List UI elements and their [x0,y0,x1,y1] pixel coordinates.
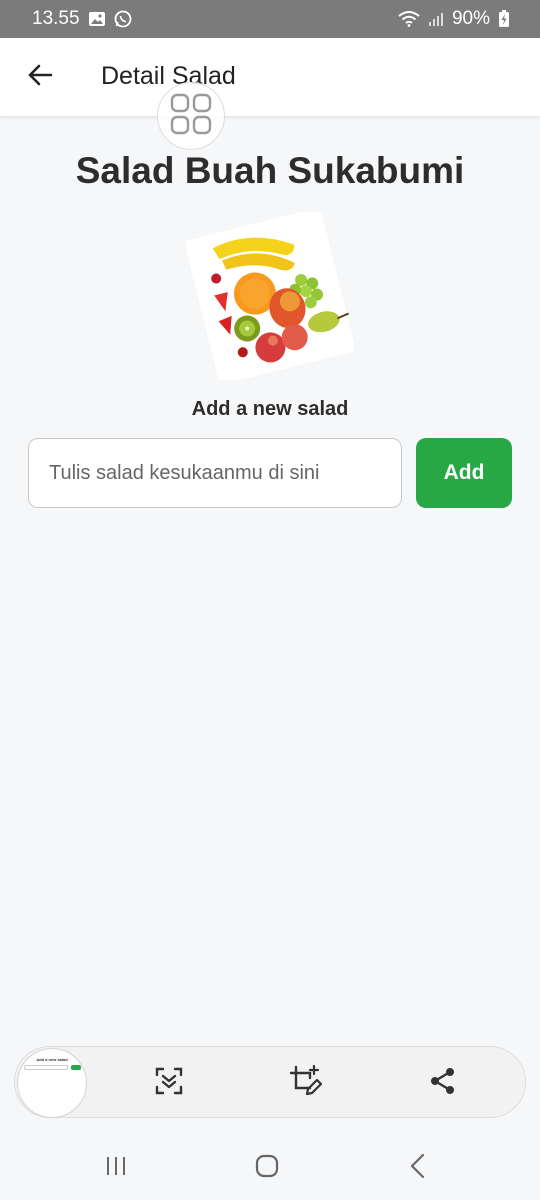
fruit-salad-image [184,207,356,385]
share-icon [429,1067,457,1100]
back-nav-button[interactable] [398,1150,438,1186]
page-title: Detail Salad [101,62,236,90]
floating-menu-button[interactable] [157,82,225,150]
grid-icon [169,92,213,141]
gallery-icon [88,11,106,27]
thumbnail-title: Add a new salad [36,1057,68,1062]
back-button[interactable] [22,59,58,95]
scroll-capture-button[interactable] [151,1065,187,1101]
share-button[interactable] [425,1065,461,1101]
chevron-left-icon [408,1153,428,1184]
scroll-capture-icon [153,1065,185,1102]
salad-input[interactable] [28,438,402,508]
screenshot-thumbnail[interactable]: Add a new salad [17,1048,87,1118]
thumbnail-button [71,1065,81,1070]
arrow-left-icon [27,64,53,91]
status-left: 13.55 [32,8,132,30]
thumbnail-input [24,1065,68,1070]
status-time: 13.55 [32,8,80,29]
signal-icon [428,11,444,27]
add-salad-label: Add a new salad [191,398,349,420]
salad-title: Salad Buah Sukabumi [75,150,465,191]
screenshot-toolbar: Add a new salad [14,1046,526,1118]
status-bar: 13.55 90% [0,0,540,38]
recent-apps-icon [104,1154,128,1183]
home-button[interactable] [247,1150,287,1186]
whatsapp-icon [114,10,132,28]
battery-percent: 90% [451,8,490,29]
crop-edit-icon [288,1064,323,1103]
system-navigation-bar [0,1132,540,1200]
app-bar: Detail Salad [0,38,540,116]
add-button[interactable]: Add [416,438,512,508]
crop-edit-button[interactable] [287,1064,323,1103]
home-icon [255,1154,279,1183]
status-right: 90% [398,8,510,30]
recent-apps-button[interactable] [96,1150,136,1186]
battery-charging-icon [498,10,510,28]
wifi-icon [398,11,420,27]
